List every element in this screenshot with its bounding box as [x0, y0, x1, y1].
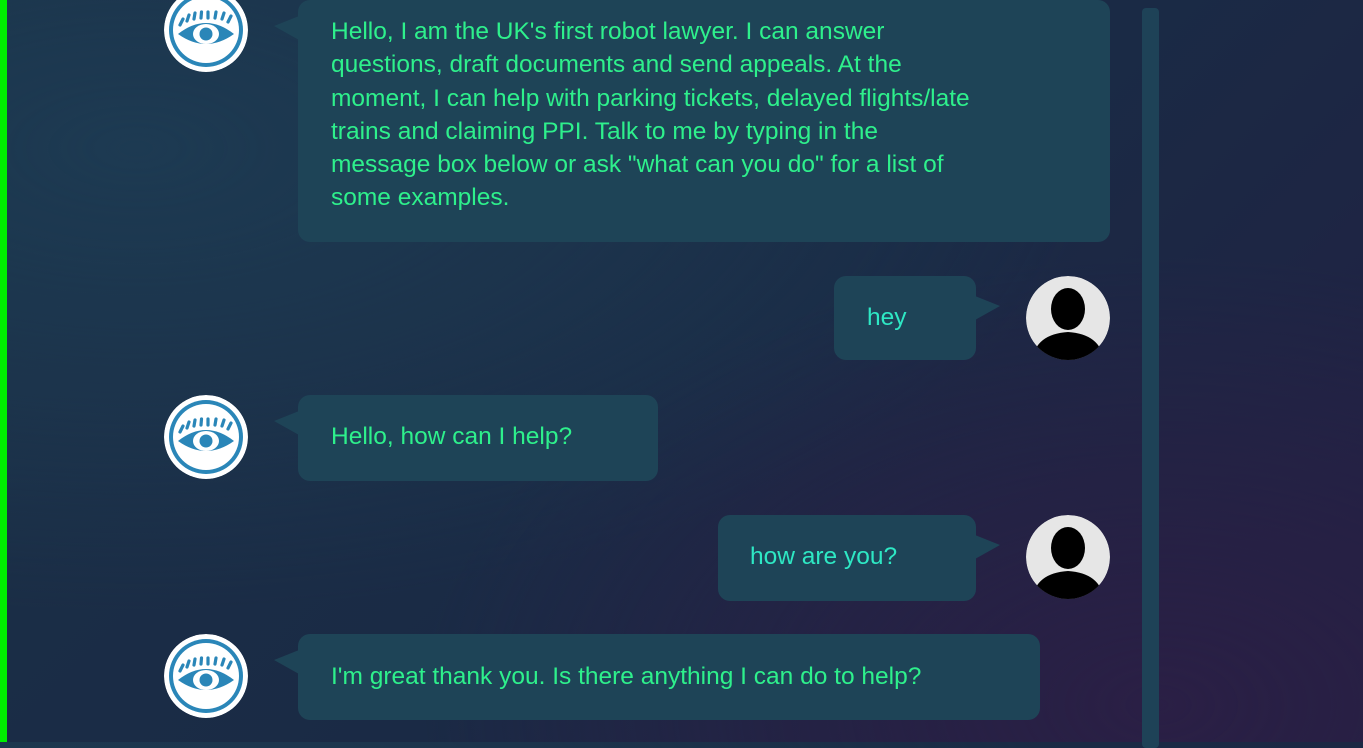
chat-scrollbar[interactable] — [1142, 8, 1159, 748]
bot-message-line: message box below or ask "what can you d… — [331, 151, 944, 179]
user-avatar — [1026, 276, 1110, 360]
bubble-tail — [975, 535, 1000, 559]
bot-message-line: trains and claiming PPI. Talk to me by t… — [331, 117, 878, 145]
eye-icon — [164, 0, 248, 72]
bot-avatar — [164, 395, 248, 479]
bot-message-text: I'm great thank you. Is there anything I… — [331, 663, 922, 690]
bot-avatar — [164, 0, 248, 72]
bubble-tail — [274, 650, 299, 674]
bubble-tail — [274, 16, 299, 40]
left-edge-stripe — [0, 0, 7, 742]
user-silhouette-icon — [1026, 515, 1110, 599]
user-message-bubble: hey — [834, 276, 1000, 360]
bot-message-line: questions, draft documents and send appe… — [331, 51, 902, 79]
bot-message-text: Hello, how can I help? — [331, 423, 573, 450]
bot-message-bubble: Hello, I am the UK's first robot lawyer.… — [274, 0, 1110, 242]
bubble-tail — [975, 296, 1000, 320]
bot-avatar — [164, 634, 248, 718]
eye-icon — [164, 395, 248, 479]
user-message-bubble: how are you? — [718, 515, 1000, 601]
user-avatar — [1026, 515, 1110, 599]
user-silhouette-icon — [1026, 276, 1110, 360]
eye-icon — [164, 634, 248, 718]
bot-message-line: some examples. — [331, 184, 510, 212]
user-message-text: hey — [867, 304, 907, 331]
bubble-tail — [274, 411, 299, 435]
bot-message-line: moment, I can help with parking tickets,… — [331, 84, 970, 112]
bot-message-line: Hello, I am the UK's first robot lawyer.… — [331, 18, 885, 45]
bot-message-bubble: Hello, how can I help? — [274, 395, 658, 481]
bot-message-bubble: I'm great thank you. Is there anything I… — [274, 634, 1040, 720]
user-message-text: how are you? — [750, 543, 898, 570]
